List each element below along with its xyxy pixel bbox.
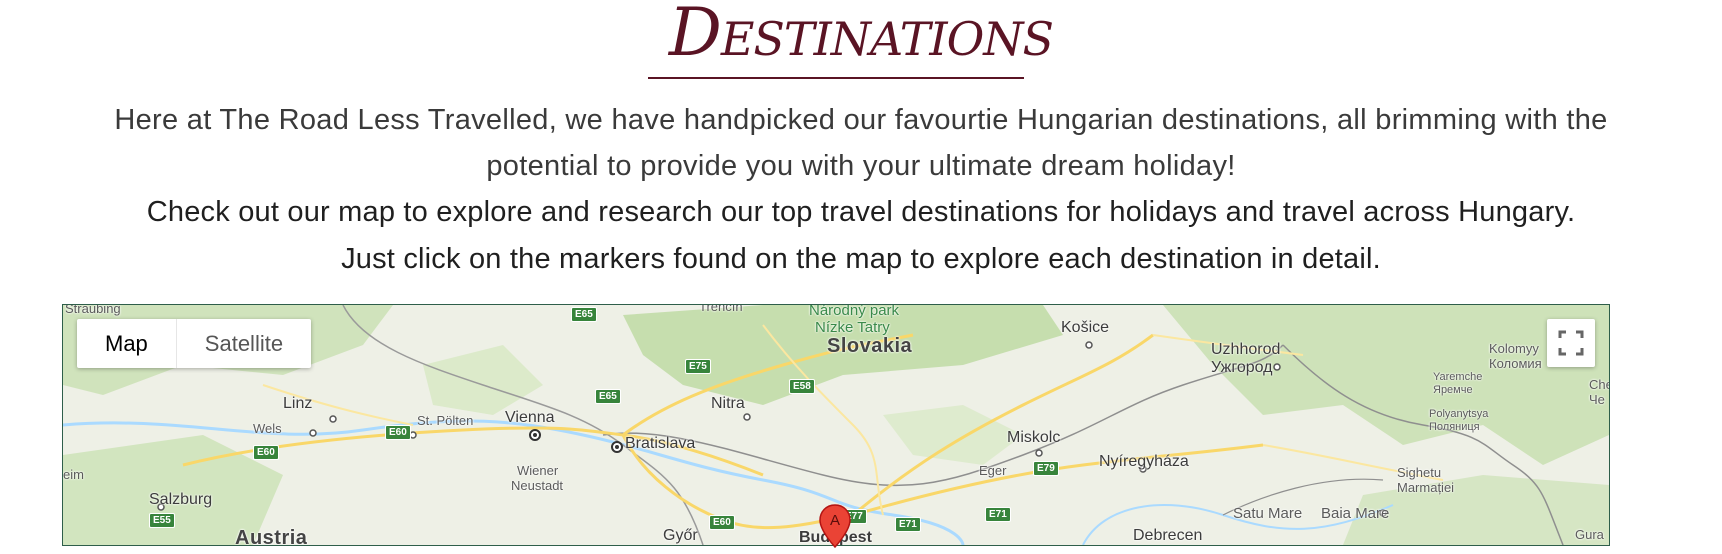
map-label-nitra: Nitra [711, 395, 745, 412]
map-label-eger: Eger [979, 463, 1007, 478]
map-label-nyiregyhaza: Nyíregyháza [1099, 453, 1189, 470]
map-label-park-line2: Nízke Tatry [815, 319, 890, 336]
map-label-kolomyya-cyr: Коломия [1489, 356, 1542, 371]
map-label-polyanytsya: Polyanytsya [1429, 408, 1489, 420]
map-label-slovakia: Slovakia [827, 335, 913, 357]
map-label-salzburg: Salzburg [149, 491, 213, 508]
page-title: Destinations [668, 0, 1054, 71]
road-shield: E60 [385, 425, 411, 440]
road-shield: E75 [685, 359, 711, 374]
map-label-baia-mare: Baia Mare [1321, 505, 1390, 522]
map-label-bratislava: Bratislava [625, 435, 696, 452]
map-label-vienna: Vienna [505, 409, 555, 426]
map-label-polyanytsya-cyr: Поляниця [1429, 421, 1480, 433]
fullscreen-button[interactable] [1547, 319, 1595, 367]
marker-label: A [830, 512, 840, 529]
map-label-yaremche: Yaremche [1433, 371, 1483, 383]
map-label-uzhhorod-cyr: Ужгород [1211, 359, 1273, 376]
road-shield: E60 [709, 515, 735, 530]
map-label-satu-mare: Satu Mare [1233, 505, 1303, 522]
destination-marker-a[interactable]: A [818, 503, 852, 549]
map-label-miskolc: Miskolc [1007, 429, 1061, 446]
map-label-uzhhorod: Uzhhorod [1211, 341, 1281, 358]
road-shield: E55 [149, 513, 175, 528]
map-label-trencin: Trenčín [699, 304, 743, 314]
map-label-eim: eim [63, 467, 84, 482]
map-label-st-polten: St. Pölten [417, 413, 474, 428]
intro-text-line-2: potential to provide you with your ultim… [486, 150, 1236, 182]
map-label-wiener: Wiener [517, 463, 559, 478]
road-shield: E65 [595, 389, 621, 404]
fullscreen-icon [1558, 330, 1584, 356]
map-label-kosice: Košice [1061, 319, 1110, 336]
road-shield: E71 [895, 517, 921, 532]
title-divider [648, 77, 1024, 79]
map-label-debrecen: Debrecen [1133, 527, 1203, 544]
map-label-che-cyr: Че [1589, 392, 1605, 407]
intro-text-line-1: Here at The Road Less Travelled, we have… [114, 104, 1608, 136]
map-label-austria: Austria [235, 527, 308, 546]
map-type-satellite-button[interactable]: Satellite [175, 319, 311, 368]
map-label-gura: Gura [1575, 527, 1604, 542]
road-shield: E71 [985, 507, 1011, 522]
map-pin-icon: A [819, 504, 851, 549]
map-label-wels: Wels [253, 421, 282, 436]
map-label-straubing: Straubing [65, 304, 121, 316]
map-label-che: Che [1589, 377, 1609, 392]
map-label-gyor: Győr [663, 527, 698, 544]
map-instructions-line-1: Check out our map to explore and researc… [146, 196, 1576, 228]
map-label-sighetu: Sighetu [1397, 465, 1442, 480]
road-shield: E58 [789, 379, 815, 394]
map-label-neustadt: Neustadt [511, 478, 564, 493]
map-label-yaremche-cyr: Яремче [1433, 384, 1473, 396]
map-label-park-line1: Národný park [809, 304, 900, 319]
road-shield: E79 [1033, 461, 1059, 476]
map-type-control: Map Satellite [77, 319, 312, 368]
map-label-kolomyya: Kolomyy [1489, 341, 1539, 356]
road-shield: E65 [571, 307, 597, 322]
map-label-marmatiei: Marmației [1397, 480, 1455, 495]
map-label-linz: Linz [283, 395, 313, 412]
map-instructions-line-2: Just click on the markers found on the m… [341, 243, 1381, 275]
road-shield: E60 [253, 445, 279, 460]
map-type-map-button[interactable]: Map [77, 319, 176, 368]
